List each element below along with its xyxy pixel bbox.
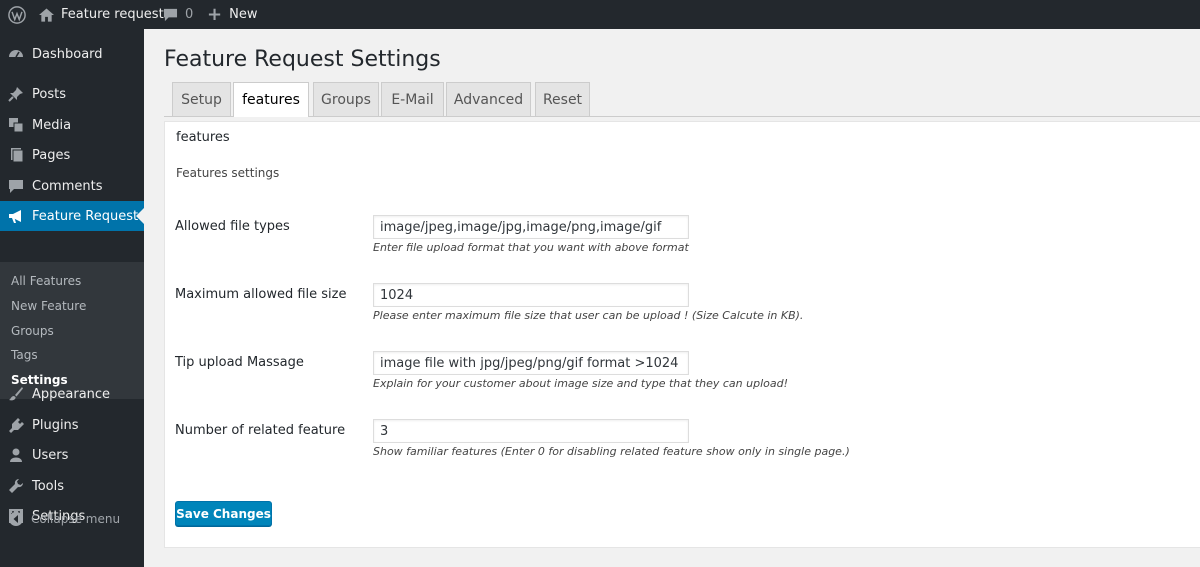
sidebar-item-appearance[interactable]: Appearance — [0, 379, 144, 409]
submenu-item-new-feature[interactable]: New Feature — [11, 299, 86, 313]
related-feature-count-input[interactable] — [373, 419, 689, 443]
sidebar-item-pages[interactable]: Pages — [0, 140, 144, 170]
max-file-size-description: Please enter maximum file size that user… — [373, 309, 804, 322]
home-icon — [39, 7, 54, 22]
media-icon — [8, 117, 24, 133]
submenu-item-tags[interactable]: Tags — [11, 348, 38, 362]
users-icon — [8, 447, 24, 463]
sidebar-item-tools[interactable]: Tools — [0, 471, 144, 501]
comments-count: 0 — [185, 7, 194, 22]
sidebar-item-users[interactable]: Users — [0, 440, 144, 470]
pages-icon — [8, 147, 24, 163]
tip-upload-message-description: Explain for your customer about image si… — [373, 377, 789, 390]
sidebar-item-label: Feature Request — [32, 208, 139, 224]
save-changes-button[interactable]: Save Changes — [175, 501, 272, 526]
allowed-file-types-label: Allowed file types — [175, 219, 290, 234]
sidebar-item-label: Comments — [32, 178, 103, 194]
site-name-link[interactable]: Feature request — [39, 0, 164, 29]
comment-bubble-icon — [163, 8, 178, 22]
sidebar-item-plugins[interactable]: Plugins — [0, 410, 144, 440]
tip-upload-message-label: Tip upload Massage — [175, 355, 304, 370]
section-description: Features settings — [176, 166, 280, 180]
collapse-menu-label: Collapse menu — [31, 512, 121, 526]
tab-groups[interactable]: Groups — [313, 82, 379, 116]
sidebar-item-dashboard[interactable]: Dashboard — [0, 39, 144, 69]
tab-setup[interactable]: Setup — [172, 82, 231, 116]
tab-advanced[interactable]: Advanced — [446, 82, 531, 116]
megaphone-icon — [8, 208, 24, 224]
related-feature-count-label: Number of related feature — [175, 423, 346, 438]
pin-icon — [8, 86, 24, 102]
sidebar-item-label: Posts — [32, 86, 66, 102]
allowed-file-types-input[interactable] — [373, 215, 689, 239]
sidebar-item-label: Media — [32, 117, 72, 133]
sidebar-item-label: Appearance — [32, 386, 111, 402]
new-label: New — [229, 7, 258, 22]
sidebar-item-media[interactable]: Media — [0, 110, 144, 140]
collapse-arrow-icon — [8, 511, 24, 527]
max-file-size-input[interactable] — [373, 283, 689, 307]
sidebar-item-feature-request[interactable]: Feature Request — [0, 201, 144, 231]
plus-icon: + — [207, 3, 223, 25]
site-name: Feature request — [61, 7, 164, 22]
tab-features[interactable]: features — [233, 82, 309, 117]
new-content-link[interactable]: + New — [207, 0, 257, 29]
related-feature-count-description: Show familiar features (Enter 0 for disa… — [373, 445, 850, 458]
max-file-size-label: Maximum allowed file size — [175, 287, 347, 302]
sidebar-item-label: Pages — [32, 147, 71, 163]
page-title: Feature Request Settings — [164, 47, 441, 72]
sidebar-item-label: Plugins — [32, 417, 79, 433]
sidebar-item-posts[interactable]: Posts — [0, 79, 144, 109]
sidebar-item-label: Tools — [32, 478, 65, 494]
section-title: features — [176, 130, 230, 145]
tab-reset[interactable]: Reset — [535, 82, 590, 116]
allowed-file-types-description: Enter file upload format that you want w… — [373, 241, 689, 254]
tab-email[interactable]: E-Mail — [381, 82, 444, 116]
admin-bar: Feature request 0 + New — [0, 0, 1200, 29]
submenu-item-groups[interactable]: Groups — [11, 324, 54, 338]
comments-link[interactable]: 0 — [163, 0, 193, 29]
collapse-menu-button[interactable]: Collapse menu — [8, 511, 120, 527]
submenu-item-all-features[interactable]: All Features — [11, 274, 81, 288]
settings-panel: features Features settings Allowed file … — [164, 121, 1200, 548]
paintbrush-icon — [8, 386, 24, 402]
wrench-icon — [8, 478, 24, 494]
comment-icon — [8, 178, 24, 194]
sidebar-item-label: Dashboard — [32, 46, 103, 62]
dashboard-icon — [8, 46, 24, 62]
plugin-icon — [8, 417, 24, 433]
sidebar-item-comments[interactable]: Comments — [0, 171, 144, 201]
wordpress-logo-icon[interactable] — [8, 0, 26, 29]
tab-divider — [164, 116, 1200, 117]
sidebar-item-label: Users — [32, 447, 69, 463]
tip-upload-message-input[interactable] — [373, 351, 689, 375]
